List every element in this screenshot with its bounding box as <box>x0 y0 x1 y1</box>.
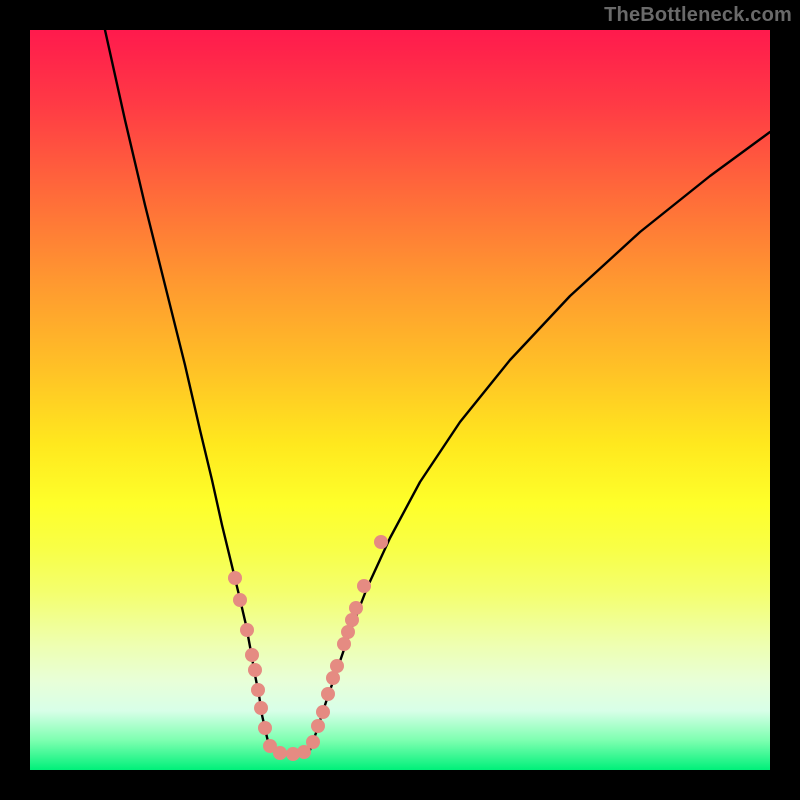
data-point-marker <box>357 579 371 593</box>
data-point-marker <box>316 705 330 719</box>
data-point-marker <box>240 623 254 637</box>
data-point-marker <box>273 746 287 760</box>
data-point-marker <box>254 701 268 715</box>
data-point-marker <box>258 721 272 735</box>
bottleneck-curve <box>30 30 770 770</box>
data-point-marker <box>326 671 340 685</box>
chart-frame: TheBottleneck.com <box>0 0 800 800</box>
data-point-marker <box>374 535 388 549</box>
data-point-marker <box>330 659 344 673</box>
curve-path <box>105 30 770 754</box>
data-point-marker <box>233 593 247 607</box>
data-point-marker <box>228 571 242 585</box>
data-point-marker <box>345 613 359 627</box>
data-point-marker <box>251 683 265 697</box>
data-point-marker <box>311 719 325 733</box>
data-point-marker <box>341 625 355 639</box>
data-point-marker <box>245 648 259 662</box>
data-point-marker <box>321 687 335 701</box>
data-point-marker <box>248 663 262 677</box>
data-point-marker <box>337 637 351 651</box>
watermark-text: TheBottleneck.com <box>604 4 792 27</box>
data-point-marker <box>349 601 363 615</box>
plot-area <box>30 30 770 770</box>
data-point-marker <box>306 735 320 749</box>
